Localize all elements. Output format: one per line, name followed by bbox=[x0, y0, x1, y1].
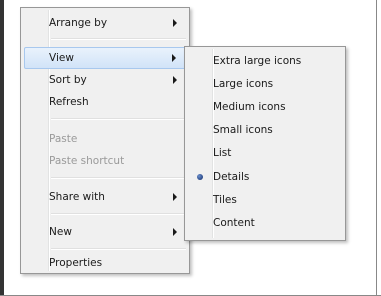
menu-separator bbox=[51, 248, 186, 250]
menu-item-label: Paste shortcut bbox=[49, 155, 125, 167]
menu-item-label: New bbox=[49, 226, 72, 238]
submenu-arrow-icon bbox=[173, 76, 177, 84]
menu-item-paste[interactable]: Paste bbox=[24, 128, 186, 150]
view-option-medium-icons[interactable]: Medium icons bbox=[188, 96, 342, 118]
menu-item-refresh[interactable]: Refresh bbox=[24, 91, 186, 113]
submenu-arrow-icon bbox=[173, 193, 177, 201]
menu-separator bbox=[51, 38, 186, 40]
view-submenu: Extra large icons Large icons Medium ico… bbox=[184, 46, 346, 241]
menu-item-label: Small icons bbox=[213, 124, 273, 136]
view-option-small-icons[interactable]: Small icons bbox=[188, 119, 342, 141]
menu-item-view[interactable]: View bbox=[24, 47, 186, 69]
view-option-extra-large-icons[interactable]: Extra large icons bbox=[188, 50, 342, 72]
desktop-background: Arrange by View Sort by Refresh Paste Pa… bbox=[0, 0, 381, 296]
menu-item-label: Properties bbox=[49, 257, 103, 269]
menu-item-label: Tiles bbox=[213, 194, 237, 206]
submenu-arrow-icon bbox=[172, 54, 176, 62]
context-menu: Arrange by View Sort by Refresh Paste Pa… bbox=[20, 7, 190, 274]
menu-item-share-with[interactable]: Share with bbox=[24, 186, 186, 208]
menu-item-label: Paste bbox=[49, 133, 78, 145]
window-left-border bbox=[0, 0, 4, 296]
menu-item-new[interactable]: New bbox=[24, 221, 186, 243]
menu-item-label: Arrange by bbox=[49, 17, 108, 29]
view-option-tiles[interactable]: Tiles bbox=[188, 189, 342, 211]
menu-item-label: Share with bbox=[49, 191, 105, 203]
menu-item-label: Large icons bbox=[213, 78, 274, 90]
view-option-large-icons[interactable]: Large icons bbox=[188, 73, 342, 95]
submenu-arrow-icon bbox=[173, 19, 177, 27]
menu-item-sort-by[interactable]: Sort by bbox=[24, 69, 186, 91]
menu-item-label: View bbox=[49, 52, 74, 64]
menu-item-label: Extra large icons bbox=[213, 55, 302, 67]
menu-item-label: Content bbox=[213, 217, 255, 229]
menu-item-arrange-by[interactable]: Arrange by bbox=[24, 12, 186, 34]
radio-bullet-icon bbox=[197, 174, 203, 180]
window-right-border bbox=[376, 0, 377, 296]
menu-item-label: Sort by bbox=[49, 74, 87, 86]
menu-item-paste-shortcut[interactable]: Paste shortcut bbox=[24, 150, 186, 172]
menu-separator bbox=[51, 213, 186, 215]
submenu-arrow-icon bbox=[173, 228, 177, 236]
menu-item-label: List bbox=[213, 147, 232, 159]
menu-item-label: Medium icons bbox=[213, 101, 286, 113]
menu-item-label: Details bbox=[213, 171, 250, 183]
menu-separator bbox=[51, 118, 186, 120]
view-option-content[interactable]: Content bbox=[188, 212, 342, 234]
menu-separator bbox=[51, 177, 186, 179]
view-option-list[interactable]: List bbox=[188, 142, 342, 164]
menu-item-properties[interactable]: Properties bbox=[24, 252, 186, 274]
menu-item-label: Refresh bbox=[49, 96, 89, 108]
view-option-details[interactable]: Details bbox=[188, 166, 342, 188]
